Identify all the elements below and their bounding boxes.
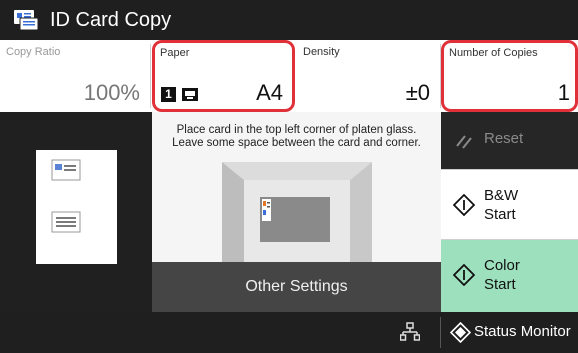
bw-start-label: B&W Start: [484, 186, 518, 224]
paper-label: Paper: [160, 47, 190, 59]
title-bar: ID Card Copy: [0, 0, 578, 40]
status-monitor-icon: [449, 321, 472, 344]
paper-setting[interactable]: Paper 1 A4: [152, 40, 295, 112]
number-of-copies-setting[interactable]: Number of Copies 1: [441, 40, 578, 112]
copy-ratio-label: Copy Ratio: [6, 46, 61, 58]
bw-start-button[interactable]: B&W Start: [441, 169, 578, 240]
number-of-copies-label: Number of Copies: [449, 47, 538, 59]
page-title: ID Card Copy: [50, 9, 172, 31]
id-card-copy-icon: [13, 9, 39, 31]
instruction-text: Place card in the top left corner of pla…: [152, 124, 441, 150]
paper-drawer-icon: [181, 87, 199, 102]
color-label: Color: [484, 257, 520, 274]
color-start-label: Color Start: [484, 256, 520, 294]
tray-number-badge: 1: [161, 87, 176, 102]
platen-glass-illustration: [222, 162, 372, 262]
start-label: Start: [484, 276, 516, 293]
start-diamond-icon: [452, 263, 476, 287]
bottom-bar: Status Monitor: [0, 312, 578, 353]
divider: [440, 317, 441, 348]
preview-panel: [0, 112, 152, 312]
other-settings-button[interactable]: Other Settings: [152, 262, 441, 312]
density-setting[interactable]: Density ±0: [297, 40, 440, 112]
reset-label: Reset: [484, 130, 524, 147]
start-diamond-icon: [452, 193, 476, 217]
reset-button[interactable]: Reset: [441, 112, 578, 169]
network-icon: [399, 322, 421, 342]
copy-ratio-value: 100%: [83, 80, 140, 105]
instruction-line-2: Leave some space between the card and co…: [172, 137, 421, 149]
start-label: Start: [484, 206, 516, 223]
reset-icon: [453, 130, 475, 152]
bw-label: B&W: [484, 187, 519, 204]
status-monitor-button[interactable]: Status Monitor: [444, 312, 578, 353]
status-monitor-label: Status Monitor: [474, 323, 571, 340]
number-of-copies-value: 1: [557, 80, 570, 105]
color-start-button[interactable]: Color Start: [441, 240, 578, 312]
page-preview-icon: [36, 150, 117, 264]
density-label: Density: [303, 46, 340, 58]
instruction-panel: Place card in the top left corner of pla…: [152, 112, 441, 262]
copy-ratio-setting[interactable]: Copy Ratio 100%: [0, 40, 150, 112]
density-value: ±0: [405, 80, 430, 105]
divider: [150, 44, 151, 108]
instruction-line-1: Place card in the top left corner of pla…: [176, 124, 417, 136]
paper-size-value: A4: [256, 80, 283, 105]
